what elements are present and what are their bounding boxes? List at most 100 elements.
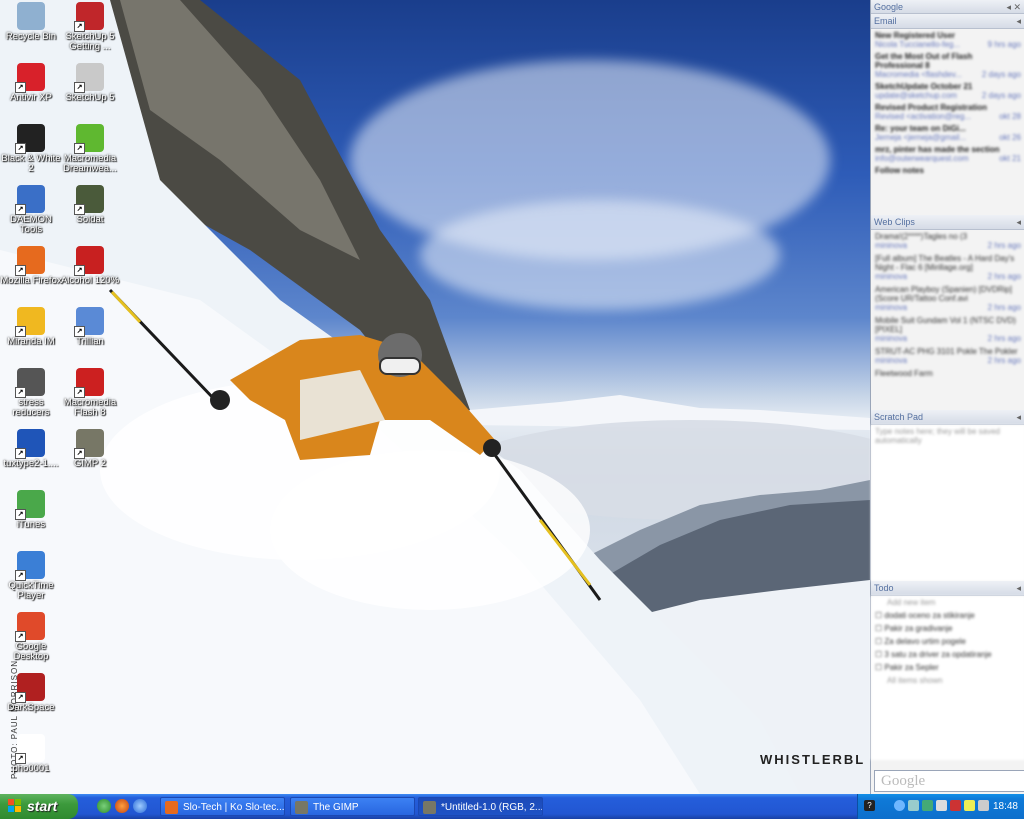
scratchpad-textarea[interactable]: Type notes here; they will be saved auto… — [871, 425, 1024, 581]
desktop-icon[interactable]: ↗ SketchUp 5 — [59, 63, 121, 103]
desktop-icon[interactable]: ↗ Mozilla Firefox — [0, 246, 62, 286]
taskbar-button[interactable]: *Untitled-1.0 (RGB, 2... — [418, 797, 543, 816]
todo-item[interactable]: ☐ Za delavo urtim pogele — [875, 637, 1021, 646]
shortcut-arrow-icon: ↗ — [15, 82, 26, 93]
google-logo: Google — [881, 773, 926, 789]
webclip-item[interactable]: [Full album] The Beatles - A Hard Day's … — [875, 254, 1021, 281]
todo-panel-title[interactable]: Todo ◂ — [871, 581, 1024, 596]
todo-item[interactable]: ☐ 3 satu za driver za opdatiranje — [875, 650, 1021, 659]
desktop-icon-label: Recycle Bin — [5, 31, 57, 42]
quicklaunch-ie-icon[interactable] — [133, 799, 147, 813]
desktop-icon[interactable]: ↗ Trillian — [59, 307, 121, 347]
desktop-icon[interactable]: ↗ Soldat — [59, 185, 121, 225]
webclip-item[interactable]: Drama!(2****)Tagles no (3 mininova 2 hrs a… — [875, 232, 1021, 250]
quicklaunch-show-desktop-icon[interactable] — [97, 799, 111, 813]
todo-checkbox[interactable]: ☐ — [875, 624, 884, 633]
email-panel-title[interactable]: Email ◂ — [871, 14, 1024, 29]
desktop-icon[interactable]: ↗ Macromedia Flash 8 — [59, 368, 121, 418]
desktop-icon[interactable]: ↗ stress reducers — [0, 368, 62, 418]
taskbar-button[interactable]: Slo-Tech | Ko Slo-tec... — [160, 797, 285, 816]
desktop-icon-label: Trillian — [76, 336, 104, 347]
desktop-icon[interactable]: ↗ DarkSpace — [0, 673, 62, 713]
desktop-icon[interactable]: ↗ Macromedia Dreamwea... — [59, 124, 121, 174]
desktop-icon[interactable]: ↗ iTunes — [0, 490, 62, 530]
todo-checkbox[interactable]: ☐ — [875, 637, 884, 646]
email-item[interactable]: Revised Product Registration Revised <act… — [875, 103, 1021, 121]
panel-menu-icon[interactable]: ◂ — [1016, 410, 1021, 424]
volume-icon[interactable] — [978, 800, 989, 811]
email-footer[interactable]: Follow notes — [875, 166, 1021, 175]
todo-checkbox[interactable]: ☐ — [875, 650, 884, 659]
email-item[interactable]: Re: your team on DiGi... Jerneja <jerneja… — [875, 124, 1021, 142]
start-button[interactable]: start — [0, 794, 78, 819]
desktop-icon[interactable]: ↗ tuxtype2-1.... — [0, 429, 62, 469]
desktop-icon[interactable]: ↗ GIMP 2 — [59, 429, 121, 469]
google-search-box[interactable]: Google — [874, 770, 1024, 792]
black-white-icon: ↗ — [15, 124, 45, 154]
wallpaper-watermark: WHISTLERBL — [760, 752, 866, 767]
shortcut-arrow-icon: ↗ — [74, 21, 85, 32]
panel-menu-icon[interactable]: ◂ — [1016, 581, 1021, 595]
panel-menu-icon[interactable]: ◂ — [1016, 14, 1021, 28]
webclip-item[interactable]: American Playboy (Spanien) [DVDRip] (Sco… — [875, 285, 1021, 312]
shortcut-arrow-icon: ↗ — [15, 265, 26, 276]
todo-add-item[interactable]: Add new item — [875, 598, 1021, 607]
desktop: WHISTLERBL PHOTO: PAUL MORRISON Recycle … — [0, 0, 870, 794]
desktop-icon[interactable]: ↗ DAEMON Tools — [0, 185, 62, 235]
desktop-icon[interactable]: ↗ Black & White 2 — [0, 124, 62, 174]
webclip-item[interactable]: Mobile Suit Gundam Vol 1 (NTSC DVD) [PIX… — [875, 316, 1021, 343]
todo-item[interactable]: ☐ Pakir za gradivanje — [875, 624, 1021, 633]
daemon-tools-icon: ↗ — [15, 185, 45, 215]
desktop-icon[interactable]: ↗ Antivir XP — [0, 63, 62, 103]
webclips-panel-title[interactable]: Web Clips ◂ — [871, 215, 1024, 230]
email-item[interactable]: Get the Most Out of Flash Professional 8… — [875, 52, 1021, 79]
wallpaper-photo — [0, 0, 870, 794]
todo-item[interactable]: ☐ dodati oceno za stikiranje — [875, 611, 1021, 620]
todo-text: Pakir za gradivanje — [884, 624, 953, 633]
email-item[interactable]: New Registered User Nicola Tuccianello-fe… — [875, 31, 1021, 49]
desktop-icon[interactable]: ↗ QuickTime Player — [0, 551, 62, 601]
webclip-item[interactable]: STRUT-AC PHG 3101 Pokle The Pokler minino… — [875, 347, 1021, 365]
desktop-icon-label: Black & White 2 — [1, 153, 61, 174]
email-subject: Get the Most Out of Flash Professional 8 — [875, 52, 973, 70]
webclips-list: Drama!(2****)Tagles no (3 mininova 2 hrs a… — [871, 230, 1024, 410]
email-item[interactable]: mrz, pinter has made the section info@out… — [875, 145, 1021, 163]
webclip-source: mininova — [875, 272, 908, 281]
desktop-icon[interactable]: Recycle Bin — [0, 2, 62, 42]
tray-app-icon[interactable] — [964, 800, 975, 811]
scratchpad-panel-title[interactable]: Scratch Pad ◂ — [871, 410, 1024, 425]
webclip-item[interactable]: Fleetwood Farm — [875, 369, 1021, 378]
desktop-icon-label: Antivir XP — [10, 92, 52, 103]
tray-app-icon[interactable] — [936, 800, 947, 811]
todo-checkbox[interactable]: ☐ — [875, 663, 884, 672]
desktop-icon[interactable]: ↗ pho0001 — [0, 734, 62, 774]
desktop-icon[interactable]: ↗ Alcohol 120% — [59, 246, 121, 286]
itunes-icon: ↗ — [15, 490, 45, 520]
sidebar-header[interactable]: Google ◂ ✕ — [871, 0, 1024, 14]
help-icon[interactable]: ? — [864, 800, 875, 811]
todo-item[interactable]: ☐ Pakir za Sepler — [875, 663, 1021, 672]
sidebar-menu-icon[interactable]: ◂ ✕ — [1006, 0, 1021, 14]
desktop-icon[interactable]: ↗ SketchUp 5 Getting ... — [59, 2, 121, 52]
email-time: okt 28 — [999, 112, 1021, 121]
desktop-icon[interactable]: ↗ Miranda IM — [0, 307, 62, 347]
panel-menu-icon[interactable]: ◂ — [1016, 215, 1021, 229]
clock[interactable]: 18:48 — [993, 794, 1018, 819]
webclip-text: Mobile Suit Gundam Vol 1 (NTSC DVD) [PIX… — [875, 316, 1016, 334]
taskbar-button-label: *Untitled-1.0 (RGB, 2... — [441, 802, 543, 813]
webclip-time: 2 hrs ago — [987, 272, 1021, 281]
taskbar-button[interactable]: The GIMP — [290, 797, 415, 816]
webclip-text: [Full album] The Beatles - A Hard Day's … — [875, 254, 1015, 272]
antivir-tray-icon[interactable] — [950, 800, 961, 811]
desktop-icon[interactable]: ↗ Google Desktop — [0, 612, 62, 662]
email-time: 9 hrs ago — [987, 40, 1021, 49]
quicklaunch-firefox-icon[interactable] — [115, 799, 129, 813]
tray-expand-icon[interactable] — [894, 800, 905, 811]
network-icon[interactable] — [908, 800, 919, 811]
todo-checkbox[interactable]: ☐ — [875, 611, 884, 620]
email-item[interactable]: SketchUpdate October 21 update@sketchup.c… — [875, 82, 1021, 100]
taskbar-button-label: Slo-Tech | Ko Slo-tec... — [183, 802, 285, 813]
tray-app-icon[interactable] — [922, 800, 933, 811]
shortcut-arrow-icon: ↗ — [15, 448, 26, 459]
gimp-icon — [423, 801, 436, 814]
